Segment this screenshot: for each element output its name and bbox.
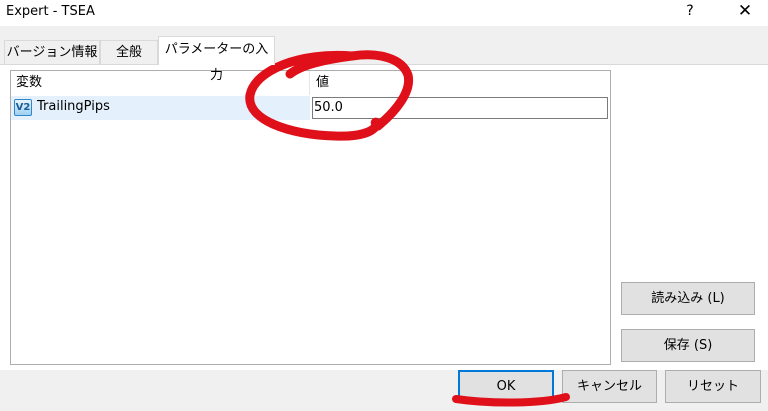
variable-name: TrailingPips — [37, 99, 110, 114]
tab-version-info[interactable]: バージョン情報 — [4, 40, 100, 64]
reset-button[interactable]: リセット — [665, 370, 761, 403]
close-button[interactable]: ✕ — [728, 0, 762, 24]
column-header-value[interactable]: 値 — [310, 71, 610, 95]
cancel-button[interactable]: キャンセル — [562, 370, 657, 403]
help-button[interactable]: ? — [676, 0, 704, 24]
parameter-grid: 変数 値 V2 TrailingPips 50.0 — [10, 70, 611, 365]
ok-button[interactable]: OK — [458, 370, 554, 403]
variable-double-icon: V2 — [14, 99, 32, 116]
variable-cell[interactable]: V2 TrailingPips — [11, 96, 310, 120]
window-title: Expert - TSEA — [6, 4, 95, 19]
column-header-variable[interactable]: 変数 — [11, 71, 310, 95]
tab-general[interactable]: 全般 — [100, 40, 158, 64]
save-button[interactable]: 保存 (S) — [621, 329, 755, 362]
table-row[interactable]: V2 TrailingPips 50.0 — [11, 96, 610, 120]
tab-parameters[interactable]: パラメーターの入力 — [158, 36, 275, 83]
load-button[interactable]: 読み込み (L) — [621, 282, 755, 315]
title-bar: Expert - TSEA ? ✕ — [0, 0, 768, 26]
value-input[interactable]: 50.0 — [312, 97, 608, 119]
